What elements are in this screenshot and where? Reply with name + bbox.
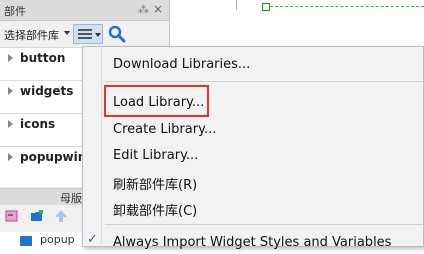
master-label: popup [40, 233, 75, 246]
selection-handle[interactable] [262, 3, 270, 11]
menu-item-label: 刷新部件库(R) [113, 178, 198, 193]
expand-arrow-icon[interactable] [8, 153, 13, 161]
masters-panel-title: 母版 [60, 192, 82, 205]
menu-separator [105, 81, 423, 82]
library-selector[interactable]: 选择部件库 [4, 27, 59, 43]
library-label: widgets [20, 84, 74, 98]
expand-arrow-icon[interactable] [8, 87, 13, 95]
menu-item-label: Always Import Widget Styles and Variable… [113, 235, 392, 250]
menu-item-create-library[interactable]: Create Library... [83, 117, 423, 141]
menu-item-label: Create Library... [113, 122, 217, 137]
menu-item-label: Download Libraries... [113, 57, 251, 72]
add-library-icon[interactable] [5, 209, 19, 223]
chevron-down-icon [95, 33, 101, 37]
alignment-guide [270, 6, 424, 7]
highlight-box [104, 85, 209, 117]
library-label: button [20, 51, 66, 65]
guide-line [236, 0, 237, 10]
panel-toolbar: 选择部件库 [0, 21, 169, 47]
menu-item-always-import-styles[interactable]: ✓ Always Import Widget Styles and Variab… [83, 230, 423, 254]
up-arrow-icon[interactable] [54, 209, 68, 223]
panel-header: 部件 ⁂ × [0, 0, 169, 21]
library-label: icons [20, 117, 56, 131]
menu-item-refresh-library[interactable]: 刷新部件库(R) [83, 169, 423, 193]
close-icon[interactable]: × [153, 2, 163, 16]
menu-item-label: Edit Library... [113, 148, 199, 163]
library-menu-button[interactable] [73, 24, 103, 44]
check-icon: ✓ [87, 232, 98, 247]
menu-item-label: 卸载部件库(C) [113, 204, 198, 219]
master-icon [20, 236, 32, 246]
panel-title: 部件 [4, 5, 26, 18]
library-label: popupwin [20, 150, 87, 164]
menu-item-edit-library[interactable]: Edit Library... [83, 143, 423, 167]
pin-icon[interactable]: ⁂ [138, 3, 149, 16]
menu-item-download-libraries[interactable]: Download Libraries... [83, 52, 423, 76]
add-folder-icon[interactable] [30, 209, 44, 223]
library-menu: Download Libraries... Load Library... Cr… [82, 46, 424, 250]
menu-item-unload-library[interactable]: 卸载部件库(C) [83, 195, 423, 219]
menu-icon [78, 29, 92, 40]
expand-arrow-icon[interactable] [8, 120, 13, 128]
expand-arrow-icon[interactable] [8, 54, 13, 62]
search-icon[interactable] [108, 25, 126, 43]
chevron-down-icon[interactable] [64, 31, 70, 35]
menu-separator [105, 224, 423, 225]
